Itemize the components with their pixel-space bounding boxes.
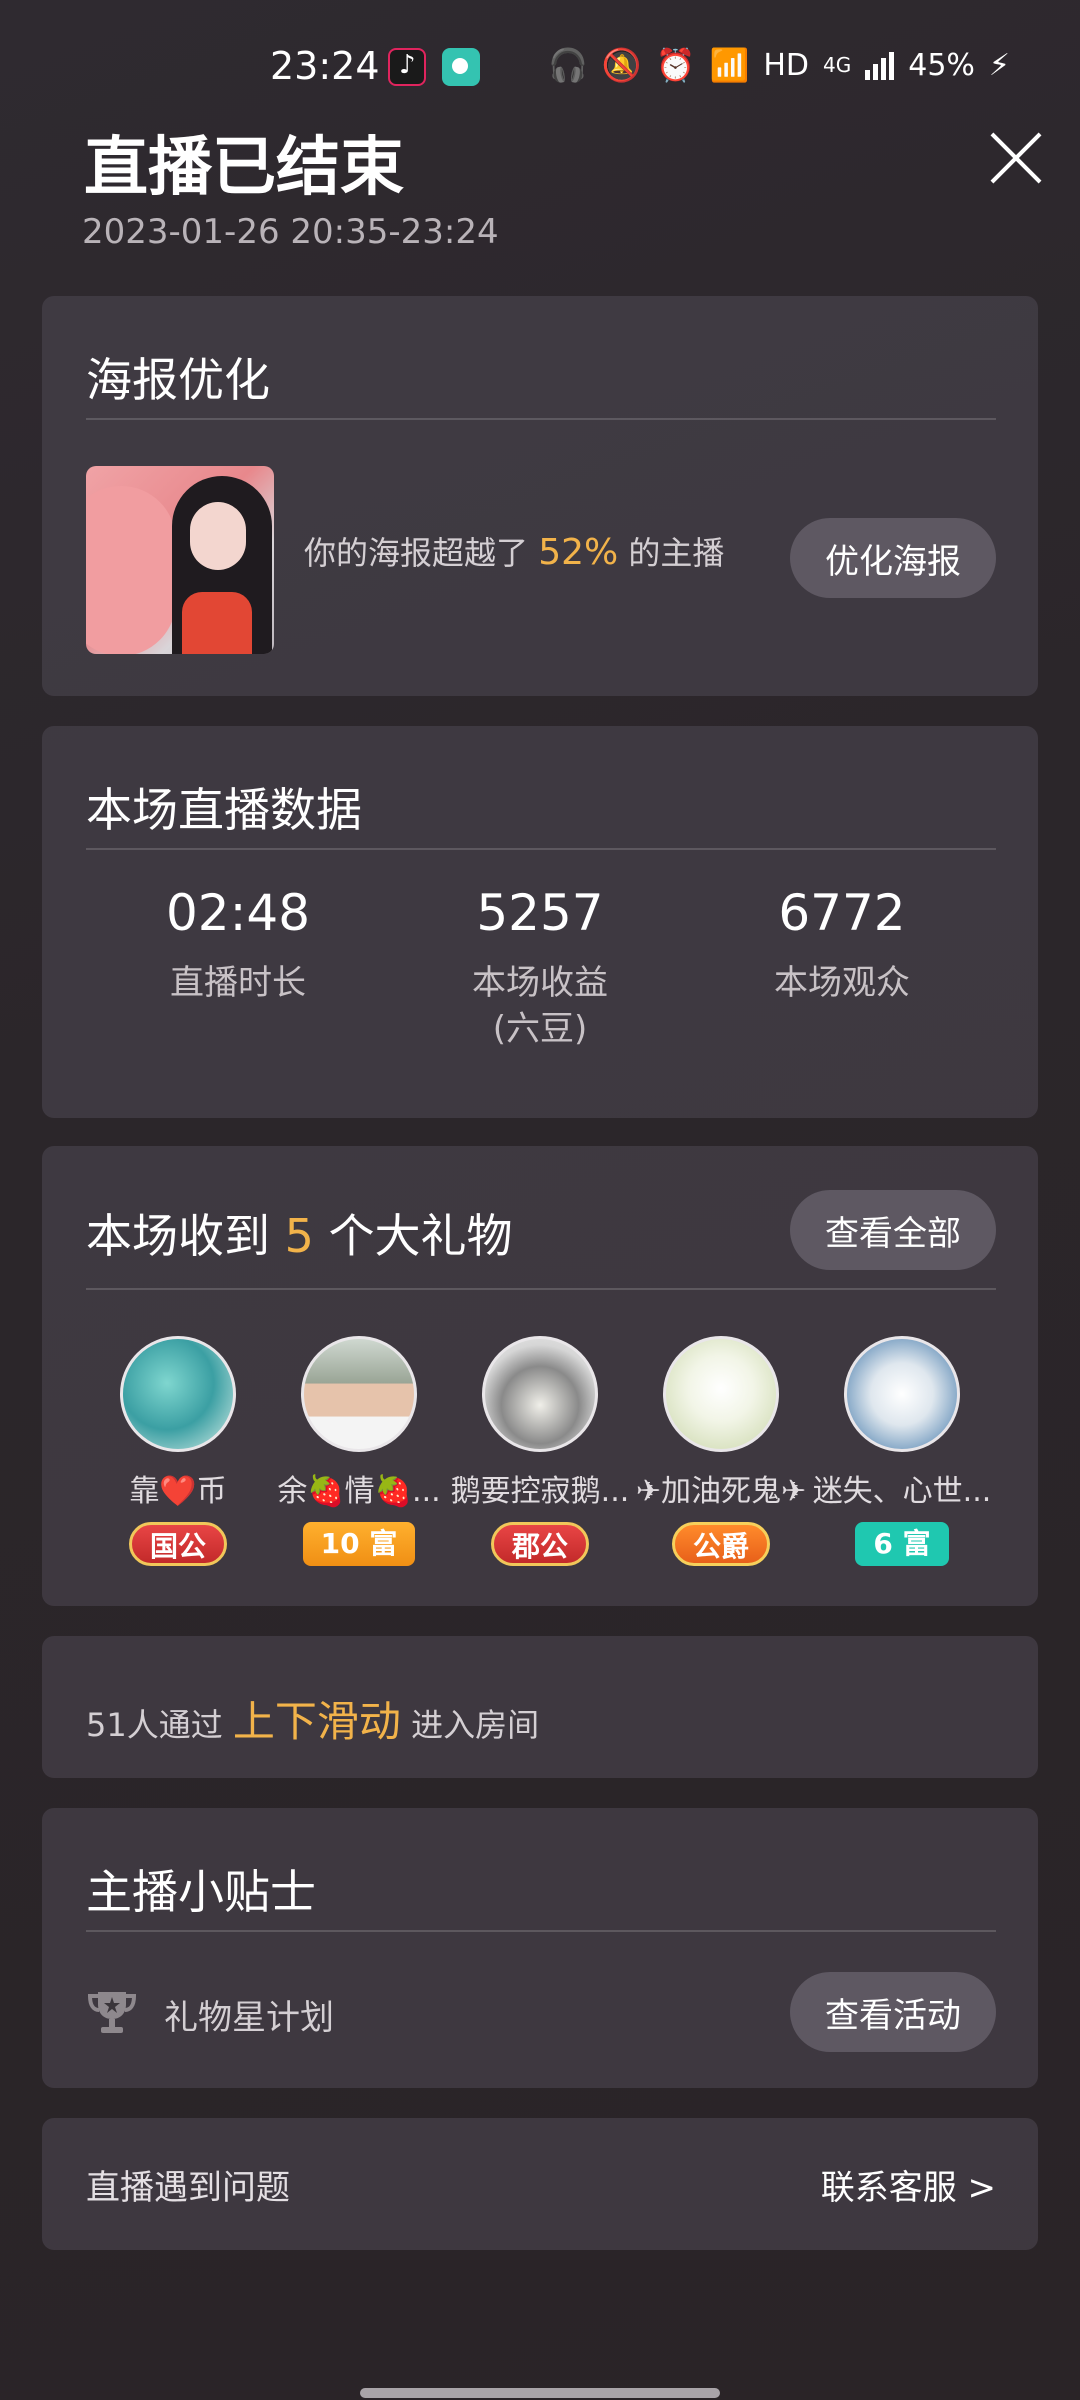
gifter-item[interactable]: 鹅要控寂鹅... 郡公 [450,1336,630,1566]
optimize-poster-button[interactable]: 优化海报 [790,518,996,598]
avatar [482,1336,598,1452]
stat-label: 直播时长 [170,963,306,1003]
stat-duration: 02:48 直播时长 [108,884,368,1006]
gifter-name: 迷失、心世... [812,1474,992,1509]
network-label: HD [763,47,809,83]
poster-card: 海报优化 你的海报超越了 52% 的主播 优化海报 [42,296,1038,696]
headphones-icon: 🎧 [547,46,588,84]
poster-rank-text: 你的海报超越了 52% 的主播 [304,532,725,573]
view-activity-button[interactable]: 查看活动 [790,1972,996,2052]
swipe-entry-card: 51人通过 上下滑动 进入房间 [42,1636,1038,1778]
avatar [120,1336,236,1452]
divider [86,418,996,420]
stat-label: 本场观众 [774,963,910,1003]
live-stats-card: 本场直播数据 02:48 直播时长 5257 本场收益 (六豆) 6772 本场… [42,726,1038,1118]
contact-support-link[interactable]: 联系客服 > [821,2160,996,2209]
poster-thumbnail[interactable] [86,466,274,654]
page-title: 直播已结束 [84,131,404,205]
divider [86,1288,996,1290]
swipe-entry-text: 51人通过 上下滑动 进入房间 [86,1697,540,1746]
gift-star-plan-label: 礼物星计划 [164,1998,334,2038]
wifi-icon: 📶 [709,46,750,84]
gifter-name: 靠❤️币 [129,1474,227,1509]
big-gifts-card: 本场收到 5 个大礼物 查看全部 靠❤️币 国公 余🍓情🍓... 10 富 鹅要… [42,1146,1038,1606]
tips-title: 主播小贴士 [86,1865,316,1919]
stat-label: 本场收益 (六豆) [472,963,608,1049]
close-button[interactable] [986,128,1046,188]
gifter-item[interactable]: 迷失、心世... 6 富 [812,1336,992,1566]
stat-value: 02:48 [165,884,311,942]
stat-earnings: 5257 本场收益 (六豆) [410,884,670,1052]
trophy-icon [87,1992,137,2033]
chat-app-icon [442,48,480,86]
avatar [301,1336,417,1452]
live-time-range: 2023-01-26 20:35-23:24 [82,212,499,252]
stat-value: 5257 [476,884,604,942]
divider [86,1930,996,1932]
swipe-highlight: 上下滑动 [232,1697,401,1746]
status-bar: 23:24 🎧 🔕 ⏰ 📶 HD 4G 45% ⚡ [0,0,1080,130]
signal-icon [865,50,895,80]
tiktok-app-icon [388,48,426,86]
cellular-label: 4G [823,53,852,77]
mute-icon: 🔕 [601,46,642,84]
status-time: 23:24 [270,44,380,88]
stat-value: 6772 [778,884,906,942]
rank-badge: 10 富 [302,1522,416,1566]
live-problem-label: 直播遇到问题 [86,2168,290,2208]
divider [86,848,996,850]
status-icons: 🎧 🔕 ⏰ 📶 HD 4G 45% ⚡ [548,46,1010,84]
gifter-name: ✈加油死鬼✈ [635,1474,807,1509]
avatar [844,1336,960,1452]
charging-icon: ⚡ [988,47,1010,83]
rank-badge: 公爵 [671,1522,770,1566]
view-all-button[interactable]: 查看全部 [790,1190,996,1270]
support-card: 直播遇到问题 联系客服 > [42,2118,1038,2250]
poster-title: 海报优化 [86,353,270,407]
alarm-icon: ⏰ [655,46,696,84]
gifter-item[interactable]: ✈加油死鬼✈ 公爵 [631,1336,811,1566]
gifter-item[interactable]: 靠❤️币 国公 [88,1336,268,1566]
gifter-name: 余🍓情🍓... [277,1474,441,1509]
gifter-name: 鹅要控寂鹅... [450,1474,630,1509]
rank-badge: 国公 [128,1522,227,1566]
battery-label: 45% [908,47,975,83]
gifter-item[interactable]: 余🍓情🍓... 10 富 [269,1336,449,1566]
rank-badge: 6 富 [855,1522,949,1566]
host-tips-card: 主播小贴士 礼物星计划 查看活动 [42,1808,1038,2088]
stat-audience: 6772 本场观众 [712,884,972,1006]
home-indicator[interactable] [360,2388,720,2398]
stats-title: 本场直播数据 [86,783,362,837]
gift-count: 5 [284,1209,314,1263]
gifts-title: 本场收到 5 个大礼物 [86,1209,513,1263]
poster-percent: 52% [538,532,619,573]
avatar [663,1336,779,1452]
rank-badge: 郡公 [490,1522,589,1566]
